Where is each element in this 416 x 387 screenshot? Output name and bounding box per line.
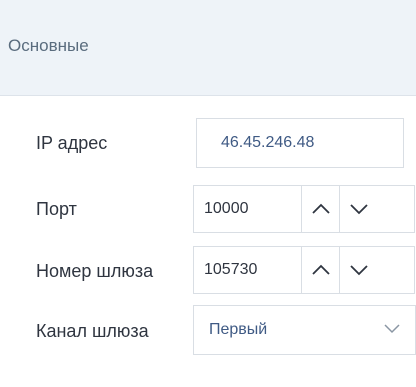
gateway-number-increment-button[interactable] xyxy=(301,247,340,293)
section-header[interactable]: Основные xyxy=(0,0,416,96)
port-stepper[interactable]: 10000 xyxy=(193,185,415,233)
gateway-number-stepper[interactable]: 105730 xyxy=(193,246,415,294)
gateway-channel-label: Канал шлюза xyxy=(36,321,149,341)
gateway-number-label: Номер шлюза xyxy=(36,261,154,281)
chevron-down-icon xyxy=(384,324,400,334)
gateway-channel-select[interactable]: Первый xyxy=(193,305,416,355)
settings-panel: Основные IP адрес 46.45.246.48 Порт 1000… xyxy=(0,0,416,387)
port-label: Порт xyxy=(36,199,77,219)
chevron-up-icon xyxy=(312,264,330,275)
chevron-down-icon xyxy=(350,265,368,276)
port-decrement-button[interactable] xyxy=(339,186,378,232)
ip-address-input[interactable]: 46.45.246.48 xyxy=(196,118,404,168)
gateway-number-value: 105730 xyxy=(204,261,258,278)
section-title: Основные xyxy=(8,36,89,55)
chevron-up-icon xyxy=(312,203,330,214)
ip-label: IP адрес xyxy=(36,133,108,153)
port-value: 10000 xyxy=(204,200,249,217)
port-increment-button[interactable] xyxy=(301,186,340,232)
ip-address-value: 46.45.246.48 xyxy=(221,134,315,151)
gateway-channel-value: Первый xyxy=(209,321,268,338)
chevron-down-icon xyxy=(350,204,368,215)
gateway-number-decrement-button[interactable] xyxy=(339,247,378,293)
